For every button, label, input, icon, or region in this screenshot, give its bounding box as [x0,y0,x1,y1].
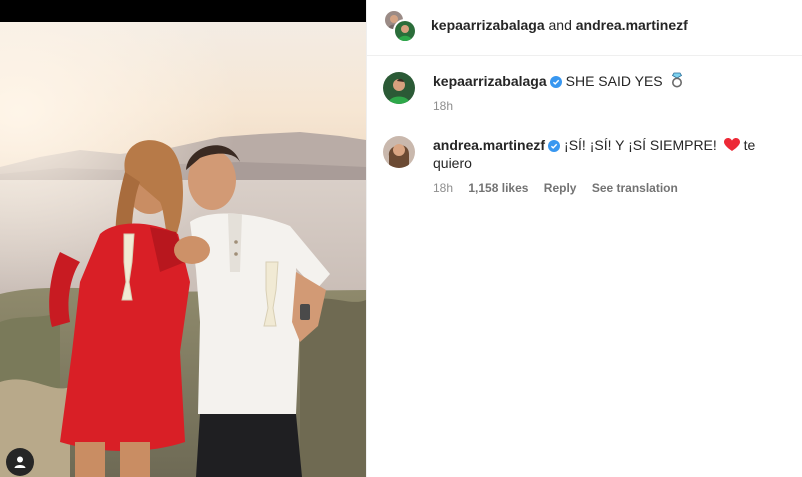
reply-button[interactable]: Reply [544,181,577,195]
post-authors: kepaarrizabalaga and andrea.martinezf [431,16,688,34]
post-header: kepaarrizabalaga and andrea.martinezf [367,0,802,56]
comment-time[interactable]: 18h [433,99,453,113]
comment-meta: 18h [433,99,793,113]
post-photo[interactable] [0,0,366,477]
tagged-users-button[interactable] [6,448,34,476]
photo-top-bar [0,0,366,22]
collab-avatars[interactable] [383,9,417,43]
avatar[interactable] [383,136,415,168]
avatar[interactable] [393,19,417,43]
comment-text: ¡SÍ! ¡SÍ! Y ¡SÍ SIEMPRE! [564,137,717,153]
user-icon [14,456,26,468]
verified-badge-icon [548,140,561,152]
comment-meta: 18h 1,158 likes Reply See translation [433,181,793,195]
ring-icon [671,72,682,88]
comments-panel: kepaarrizabalaga and andrea.martinezf ke… [366,0,802,477]
comment-username[interactable]: kepaarrizabalaga [433,73,547,89]
red-heart-icon [723,138,740,151]
comment-text: SHE SAID YES [565,73,663,89]
comment-username[interactable]: andrea.martinezf [433,137,545,153]
author-username-2[interactable]: andrea.martinezf [576,17,688,33]
avatar[interactable] [383,72,415,104]
verified-badge-icon [549,76,562,88]
engagement-photo [0,22,366,477]
comment-time[interactable]: 18h [433,181,453,195]
author-username-1[interactable]: kepaarrizabalaga [431,17,545,33]
author-connector: and [548,17,572,33]
comment-likes[interactable]: 1,158 likes [468,181,528,195]
see-translation-link[interactable]: See translation [592,181,678,195]
